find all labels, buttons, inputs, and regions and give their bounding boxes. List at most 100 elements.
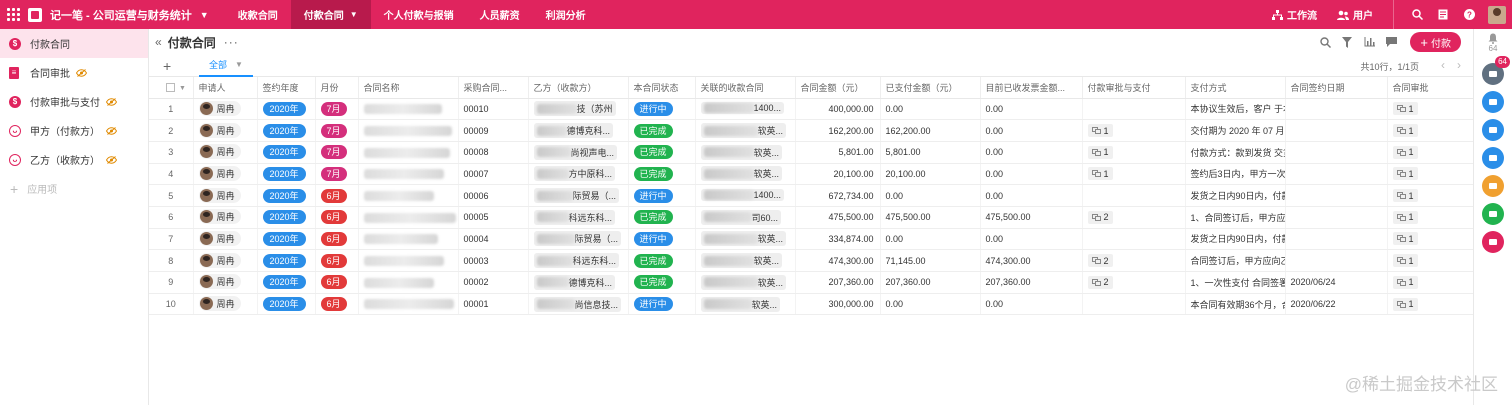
invoice-cell[interactable]: 0.00 xyxy=(980,228,1083,251)
eye-off-icon[interactable] xyxy=(76,68,87,77)
linked-records-chip[interactable]: 1 xyxy=(1392,210,1418,224)
app-title[interactable]: 记一笔 - 公司运营与财务统计 xyxy=(50,7,192,23)
linked-records-chip[interactable]: 1 xyxy=(1392,167,1418,181)
invoice-cell[interactable]: 474,300.00 xyxy=(980,249,1083,272)
payment-method-cell[interactable]: 1、合同签订后，甲方应向 xyxy=(1185,206,1286,229)
linked-records-chip[interactable]: 1 xyxy=(1392,189,1418,203)
payment-approval-cell[interactable]: 1 xyxy=(1082,119,1186,142)
user-chip[interactable]: 周冉 xyxy=(198,122,241,138)
payment-method-cell[interactable]: 发货之日内90日内，付款 xyxy=(1185,228,1286,251)
row-index-cell[interactable]: 8 xyxy=(149,249,194,272)
party-b-cell[interactable]: 德博克科... xyxy=(528,271,629,294)
sidebar-item-payment-contracts[interactable]: $ 付款合同 xyxy=(0,29,148,58)
row-index-cell[interactable]: 5 xyxy=(149,184,194,207)
applicant-cell[interactable]: 周冉 xyxy=(193,98,258,121)
status-cell[interactable]: 已完成 xyxy=(628,119,696,142)
contract-no-cell[interactable]: 00003 xyxy=(458,249,529,272)
month-cell[interactable]: 6月 xyxy=(315,293,359,316)
contract-no-cell[interactable]: 00001 xyxy=(458,293,529,316)
sign-date-cell[interactable] xyxy=(1285,228,1388,251)
paid-cell[interactable]: 207,360.00 xyxy=(880,271,981,294)
applicant-cell[interactable]: 周冉 xyxy=(193,184,258,207)
status-cell[interactable]: 进行中 xyxy=(628,293,696,316)
sidebar-item-party-b[interactable]: ᴗ 乙方（收款方） xyxy=(0,145,148,174)
prev-page-icon[interactable]: ‹ xyxy=(1441,58,1445,72)
party-b-cell[interactable]: 际贸易（... xyxy=(528,184,629,207)
invoice-cell[interactable]: 0.00 xyxy=(980,163,1083,186)
row-index-cell[interactable]: 10 xyxy=(149,293,194,316)
table-row[interactable]: 4 周冉 2020年 7月 00007 方中原科... 已完成 软英... 20,100.00 2… xyxy=(149,163,1474,186)
amount-cell[interactable]: 300,000.00 xyxy=(795,293,881,316)
column-header[interactable]: 支付方式 xyxy=(1185,77,1286,99)
related-contract-chip[interactable]: 软英... xyxy=(700,166,783,182)
linked-records-chip[interactable]: 1 xyxy=(1392,232,1418,246)
payment-method-cell[interactable]: 发货之日内90日内，付款 xyxy=(1185,184,1286,207)
party-b-chip[interactable]: 科远东科... xyxy=(533,253,620,269)
column-header[interactable]: 月份 xyxy=(315,77,359,99)
sign-date-cell[interactable]: 2020/06/22 xyxy=(1285,293,1388,316)
year-cell[interactable]: 2020年 xyxy=(257,98,316,121)
applicant-cell[interactable]: 周冉 xyxy=(193,119,258,142)
related-contract-cell[interactable]: 1400... xyxy=(695,184,796,207)
linked-records-chip[interactable]: 1 xyxy=(1392,102,1418,116)
approval-cell[interactable]: 1 xyxy=(1387,119,1474,142)
linked-records-chip[interactable]: 1 xyxy=(1392,124,1418,138)
sign-date-cell[interactable] xyxy=(1285,98,1388,121)
row-index-cell[interactable]: 4 xyxy=(149,163,194,186)
approval-cell[interactable]: 1 xyxy=(1387,141,1474,164)
party-b-cell[interactable]: 德博克科... xyxy=(528,119,629,142)
payment-approval-cell[interactable] xyxy=(1082,228,1186,251)
user-chip[interactable]: 周冉 xyxy=(198,165,241,181)
invoice-cell[interactable]: 0.00 xyxy=(980,184,1083,207)
contract-name-cell[interactable] xyxy=(358,119,459,142)
related-contract-chip[interactable]: 软英... xyxy=(700,231,787,247)
related-contract-cell[interactable]: 软英... xyxy=(695,119,796,142)
help-icon[interactable]: ? xyxy=(1456,0,1482,29)
table-row[interactable]: 6 周冉 2020年 6月 00005 科远东科... 已完成 司60... 475,500.0… xyxy=(149,206,1474,229)
related-contract-chip[interactable]: 软英... xyxy=(700,123,787,139)
sign-date-cell[interactable] xyxy=(1285,119,1388,142)
related-contract-cell[interactable]: 软英... xyxy=(695,163,796,186)
month-cell[interactable]: 6月 xyxy=(315,228,359,251)
party-b-cell[interactable]: 方中原科... xyxy=(528,163,629,186)
applicant-cell[interactable]: 周冉 xyxy=(193,163,258,186)
payment-approval-cell[interactable]: 2 xyxy=(1082,271,1186,294)
user-chip[interactable]: 周冉 xyxy=(198,209,241,225)
party-b-chip[interactable]: 科远东科... xyxy=(533,209,616,225)
year-cell[interactable]: 2020年 xyxy=(257,184,316,207)
sign-date-cell[interactable] xyxy=(1285,163,1388,186)
party-b-cell[interactable]: 际贸易（... xyxy=(528,228,629,251)
search-icon[interactable] xyxy=(1314,32,1336,52)
contract-no-cell[interactable]: 00010 xyxy=(458,98,529,121)
contract-name-cell[interactable] xyxy=(358,249,459,272)
party-b-chip[interactable]: 尚视声电... xyxy=(533,144,618,160)
column-header[interactable]: 签约年度 xyxy=(257,77,316,99)
related-contract-chip[interactable]: 1400... xyxy=(700,102,785,115)
eye-off-icon[interactable] xyxy=(106,155,117,164)
party-b-chip[interactable]: 德博克科... xyxy=(533,123,614,139)
applicant-cell[interactable]: 周冉 xyxy=(193,293,258,316)
status-cell[interactable]: 进行中 xyxy=(628,98,696,121)
chevron-down-icon[interactable]: ▼ xyxy=(350,10,358,19)
user-avatar[interactable] xyxy=(1488,5,1506,24)
chevron-down-icon[interactable]: ▼ xyxy=(235,60,243,69)
payment-approval-cell[interactable]: 2 xyxy=(1082,206,1186,229)
nav-tab-profit-analysis[interactable]: 利润分析 xyxy=(533,0,599,29)
related-contract-cell[interactable]: 软英... xyxy=(695,293,796,316)
payment-method-cell[interactable]: 合同签订后，甲方应向乙ブ xyxy=(1185,249,1286,272)
linked-records-chip[interactable]: 1 xyxy=(1392,145,1418,159)
paid-cell[interactable]: 0.00 xyxy=(880,228,981,251)
sign-date-cell[interactable] xyxy=(1285,206,1388,229)
amount-cell[interactable]: 162,200.00 xyxy=(795,119,881,142)
related-contract-chip[interactable]: 司60... xyxy=(700,209,782,225)
more-options-icon[interactable]: ··· xyxy=(224,35,239,49)
applicant-cell[interactable]: 周冉 xyxy=(193,249,258,272)
related-contract-cell[interactable]: 司60... xyxy=(695,206,796,229)
contract-name-cell[interactable] xyxy=(358,184,459,207)
eye-off-icon[interactable] xyxy=(106,126,117,135)
column-header[interactable]: 合同金额（元） xyxy=(795,77,881,99)
column-header[interactable]: 本合同状态 xyxy=(628,77,696,99)
filter-icon[interactable] xyxy=(1336,32,1358,52)
row-index-cell[interactable]: 1 xyxy=(149,98,194,121)
contract-no-cell[interactable]: 00005 xyxy=(458,206,529,229)
